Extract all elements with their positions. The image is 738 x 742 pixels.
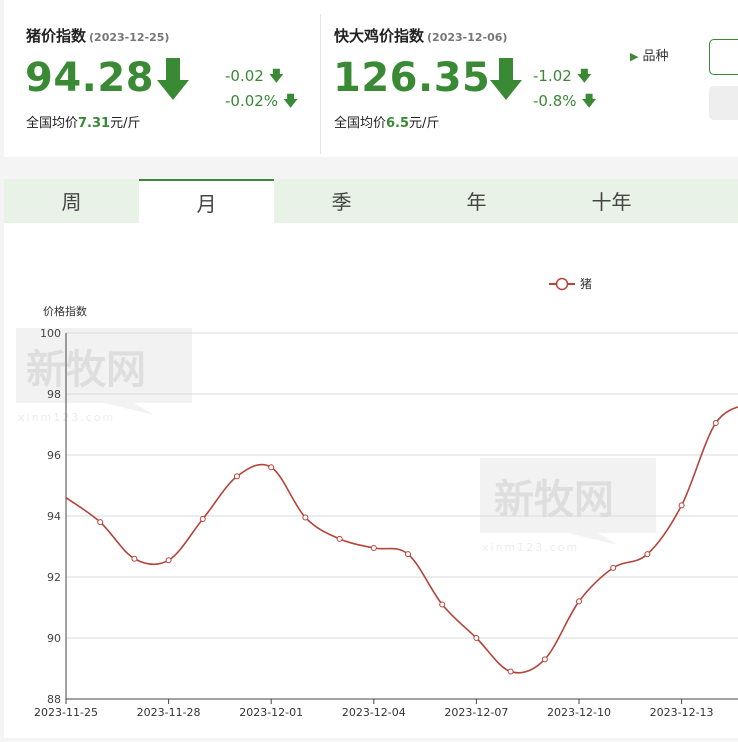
pig-index-title: 猪价指数 (2023-12-25) bbox=[26, 27, 170, 45]
variety-toggle[interactable]: ▶ 品种 bbox=[630, 45, 668, 64]
chicken-index-title: 快大鸡价指数 (2023-12-06) bbox=[334, 27, 508, 45]
pig-index-change-pct: -0.02% 🡇 bbox=[225, 92, 299, 110]
legend-label: 猪 bbox=[580, 277, 592, 291]
chicken-index-change-pct: -0.8% 🡇 bbox=[533, 92, 597, 110]
arrow-down-small-icon: 🡇 bbox=[268, 67, 285, 85]
data-point bbox=[131, 555, 138, 562]
watermark-url: xinm123.com bbox=[482, 541, 579, 554]
data-point bbox=[473, 635, 480, 641]
data-point bbox=[507, 668, 514, 675]
y-tick-label: 94 bbox=[47, 510, 61, 523]
pig-index-value: 94.28 bbox=[25, 55, 155, 101]
x-tick-label: 2023-12-04 bbox=[342, 706, 406, 719]
data-point bbox=[610, 564, 617, 571]
chicken-index-value: 126.35 bbox=[333, 55, 491, 101]
play-triangle-icon: ▶ bbox=[630, 50, 639, 63]
divider bbox=[320, 14, 321, 154]
watermark-text: 新牧网 bbox=[26, 347, 146, 393]
tab-month[interactable]: 月 bbox=[139, 179, 274, 223]
tab-week[interactable]: 周 bbox=[4, 179, 139, 223]
data-point bbox=[165, 557, 172, 564]
arrow-down-small-icon: 🡇 bbox=[576, 67, 593, 85]
arrow-down-icon bbox=[490, 58, 522, 100]
watermark-url: xinm123.com bbox=[18, 411, 115, 424]
x-tick-label: 2023-12-10 bbox=[547, 706, 611, 719]
data-point bbox=[678, 502, 685, 509]
chicken-avg-price: 全国均价6.5元/斤 bbox=[334, 116, 440, 131]
variety-secondary-box[interactable] bbox=[709, 86, 738, 120]
y-tick-label: 100 bbox=[40, 327, 61, 340]
y-axis-label: 价格指数 bbox=[43, 304, 87, 318]
data-point bbox=[268, 464, 275, 471]
data-point bbox=[541, 656, 548, 663]
variety-select-box[interactable] bbox=[709, 39, 738, 75]
y-tick-label: 96 bbox=[47, 449, 61, 462]
data-point bbox=[97, 519, 104, 526]
tab-quarter[interactable]: 季 bbox=[274, 179, 409, 223]
x-tick-label: 2023-11-28 bbox=[137, 706, 201, 719]
arrow-down-icon bbox=[157, 58, 189, 100]
pig-avg-price: 全国均价7.31元/斤 bbox=[26, 116, 141, 131]
data-point bbox=[199, 516, 206, 523]
y-tick-label: 90 bbox=[47, 632, 61, 645]
tab-ten-years[interactable]: 十年 bbox=[544, 179, 679, 223]
index-header: 猪价指数 (2023-12-25) 94.28 -0.02 🡇 -0.02% 🡇 … bbox=[4, 0, 738, 157]
data-point bbox=[370, 545, 377, 552]
y-tick-label: 98 bbox=[47, 388, 61, 401]
legend-marker bbox=[555, 277, 569, 291]
data-point bbox=[439, 601, 446, 608]
data-point bbox=[712, 419, 719, 426]
pig-index-date: (2023-12-25) bbox=[89, 31, 170, 44]
chicken-index-date: (2023-12-06) bbox=[427, 31, 508, 44]
series-line-pig bbox=[65, 406, 738, 674]
x-axis-ticks: 2023-11-25 2023-11-28 2023-12-01 2023-12-04… bbox=[34, 699, 714, 719]
x-tick-label: 2023-12-13 bbox=[650, 706, 714, 719]
data-point bbox=[302, 514, 309, 521]
watermark-logo: 新牧网 xinm123.com 新牧网 xinm123.com bbox=[16, 328, 656, 554]
data-point bbox=[576, 598, 582, 605]
tab-year[interactable]: 年 bbox=[409, 179, 544, 223]
arrow-down-small-icon: 🡇 bbox=[282, 92, 299, 110]
chart-svg: 新牧网 xinm123.com 新牧网 xinm123.com 88 90 92 94… bbox=[16, 277, 738, 719]
chicken-index-change: -1.02 🡇 bbox=[533, 67, 593, 85]
price-index-chart: 新牧网 xinm123.com 新牧网 xinm123.com 88 90 92 94… bbox=[4, 223, 738, 738]
y-tick-label: 88 bbox=[47, 693, 61, 706]
period-tabs: 周 月 季 年 十年 bbox=[4, 179, 738, 223]
y-tick-label: 92 bbox=[47, 571, 61, 584]
data-point bbox=[234, 473, 240, 480]
x-tick-label: 2023-12-01 bbox=[239, 706, 303, 719]
arrow-down-small-icon: 🡇 bbox=[581, 92, 597, 110]
x-tick-label: 2023-11-25 bbox=[34, 706, 98, 719]
legend[interactable]: 猪 bbox=[549, 277, 592, 291]
data-point bbox=[405, 551, 411, 558]
data-point bbox=[644, 551, 651, 558]
x-tick-label: 2023-12-07 bbox=[444, 706, 508, 719]
pig-index-change: -0.02 🡇 bbox=[225, 67, 285, 85]
data-point bbox=[336, 535, 343, 542]
